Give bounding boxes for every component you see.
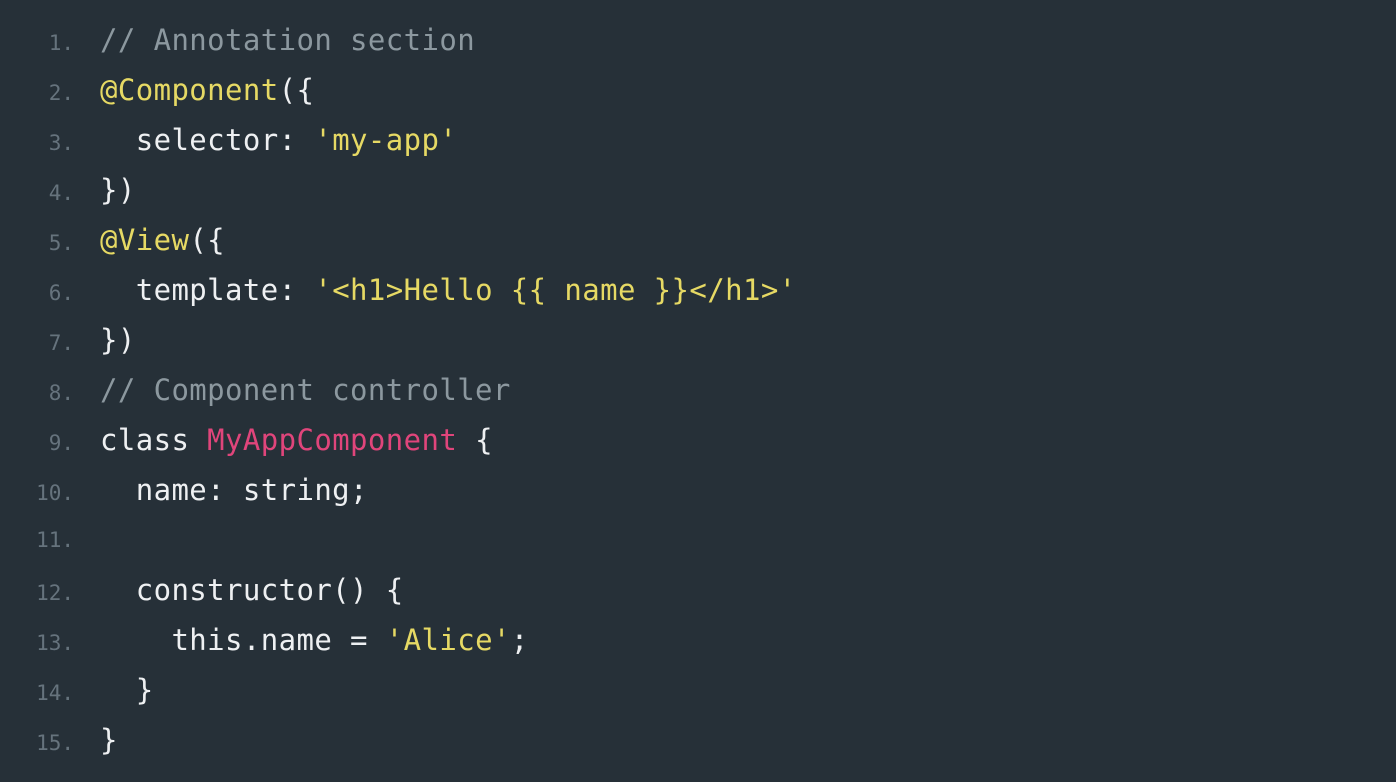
- line-number: 9.: [48, 431, 74, 455]
- code-token-string: '<h1>Hello {{ name }}</h1>': [314, 273, 797, 307]
- code-line: 3. selector: 'my-app': [0, 115, 1396, 165]
- code-text: @View({: [74, 215, 1396, 265]
- code-line: 10. name: string;: [0, 465, 1396, 515]
- line-number: 2.: [48, 81, 74, 105]
- code-token-plain: }: [100, 673, 154, 707]
- code-token-decorator: @View: [100, 223, 190, 257]
- code-text: selector: 'my-app': [74, 115, 1396, 165]
- code-token-plain: }): [100, 323, 136, 357]
- code-block[interactable]: 1.// Annotation section 2. @Component({3. …: [0, 0, 1396, 782]
- code-line: 4.}): [0, 165, 1396, 215]
- code-text: class MyAppComponent {: [74, 415, 1396, 465]
- code-line: 7.}): [0, 315, 1396, 365]
- code-line: 2. @Component({: [0, 65, 1396, 115]
- line-number: 11.: [36, 528, 74, 552]
- code-line: 12. constructor() {: [0, 565, 1396, 615]
- line-number: 15.: [36, 731, 74, 755]
- code-token-plain: {: [457, 423, 493, 457]
- code-token-decorator: @Component: [100, 73, 279, 107]
- code-token-string: 'Alice': [385, 623, 511, 657]
- code-line: 1. // Annotation section: [0, 15, 1396, 65]
- code-line: 15.}: [0, 715, 1396, 765]
- code-line: 8. // Component controller: [0, 365, 1396, 415]
- code-text: @Component({: [74, 65, 1396, 115]
- line-number: 5.: [48, 231, 74, 255]
- code-text: }): [74, 165, 1396, 215]
- code-line: 5. @View({: [0, 215, 1396, 265]
- line-number: 12.: [36, 581, 74, 605]
- line-number: 14.: [36, 681, 74, 705]
- code-text: constructor() {: [74, 565, 1396, 615]
- line-number: 4.: [48, 181, 74, 205]
- code-token-plain: }): [100, 173, 136, 207]
- line-number: 3.: [48, 131, 74, 155]
- code-token-plain: selector:: [100, 123, 315, 157]
- line-number: 7.: [48, 331, 74, 355]
- code-line: 13. this.name = 'Alice';: [0, 615, 1396, 665]
- line-number: 1.: [48, 31, 74, 55]
- code-line: 11.: [0, 515, 1396, 565]
- code-text: // Annotation section: [74, 15, 1396, 65]
- code-text: }): [74, 315, 1396, 365]
- code-text: template: '<h1>Hello {{ name }}</h1>': [74, 265, 1396, 315]
- code-token-plain: }: [100, 723, 118, 757]
- code-token-class: MyAppComponent: [207, 423, 458, 457]
- code-token-comment: // Annotation section: [100, 23, 476, 57]
- code-token-plain: this.name =: [100, 623, 386, 657]
- code-text: // Component controller: [74, 365, 1396, 415]
- code-text: this.name = 'Alice';: [74, 615, 1396, 665]
- code-text: }: [74, 665, 1396, 715]
- line-number: 10.: [36, 481, 74, 505]
- line-number: 8.: [48, 381, 74, 405]
- code-token-plain: class: [100, 423, 208, 457]
- line-number: 6.: [48, 281, 74, 305]
- code-line: 6. template: '<h1>Hello {{ name }}</h1>': [0, 265, 1396, 315]
- code-text: name: string;: [74, 465, 1396, 515]
- code-line: 9. class MyAppComponent {: [0, 415, 1396, 465]
- code-text: }: [74, 715, 1396, 765]
- code-token-plain: ;: [510, 623, 529, 657]
- code-token-plain: ({: [189, 223, 226, 257]
- code-token-plain: constructor() {: [100, 573, 404, 607]
- code-token-comment: // Component controller: [100, 373, 511, 407]
- code-token-string: 'my-app': [314, 123, 458, 157]
- code-line: 14. }: [0, 665, 1396, 715]
- code-token-plain: name: string;: [100, 473, 368, 507]
- line-number: 13.: [36, 631, 74, 655]
- code-token-plain: ({: [278, 73, 315, 107]
- code-token-plain: template:: [100, 273, 315, 307]
